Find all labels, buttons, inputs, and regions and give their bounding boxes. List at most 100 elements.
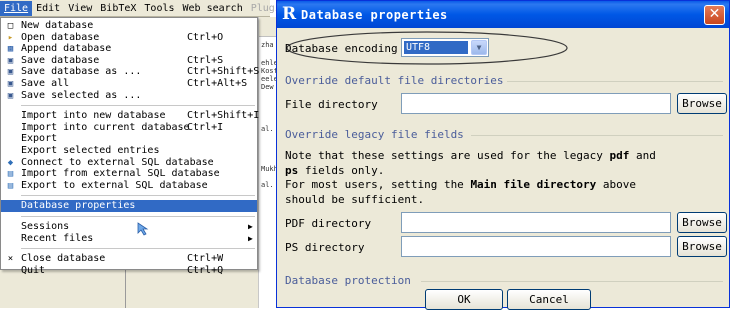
- pdf-directory-label: PDF directory: [285, 217, 372, 230]
- database-properties-dialog: R Database properties ✕ Database encodin…: [276, 0, 730, 310]
- note-bold-text: pdf: [609, 149, 630, 162]
- ps-directory-input[interactable]: [401, 236, 671, 257]
- menu-item-label: Quit: [21, 264, 46, 276]
- menu-item-shortcut: Ctrl+O: [187, 31, 224, 43]
- menu-item-save-all[interactable]: ▣ Save all Ctrl+Alt+S: [1, 78, 257, 90]
- menu-item-quit[interactable]: Quit Ctrl+Q: [1, 265, 257, 277]
- menu-item-shortcut: Ctrl+Shift+I: [187, 110, 260, 122]
- menu-view-label: View: [68, 2, 93, 14]
- mouse-cursor-icon: [137, 222, 149, 236]
- menu-item-new-database[interactable]: □ New database: [1, 20, 257, 32]
- menu-separator: [21, 105, 255, 107]
- menu-item-import-sql[interactable]: ▤ Import from external SQL database: [1, 168, 257, 180]
- menu-item-sessions[interactable]: Sessions ▶: [1, 221, 257, 233]
- menu-item-save-database-as[interactable]: ▣ Save database as ... Ctrl+Shift+S: [1, 66, 259, 78]
- sql-connect-icon: ◆: [7, 157, 14, 168]
- menu-edit[interactable]: Edit: [32, 1, 64, 16]
- close-button[interactable]: ✕: [704, 5, 725, 25]
- menu-item-database-properties[interactable]: Database properties: [1, 200, 257, 212]
- close-icon: ✕: [708, 6, 721, 22]
- browse-label: Browse: [682, 240, 722, 253]
- menu-item-export-selected[interactable]: Export selected entries: [1, 145, 257, 157]
- menu-item-save-database[interactable]: ▣ Save database Ctrl+S: [1, 55, 257, 67]
- chevron-down-icon[interactable]: ▼: [471, 40, 487, 55]
- menu-item-shortcut: Ctrl+S: [187, 54, 224, 66]
- menu-item-shortcut: Ctrl+Q: [187, 264, 224, 276]
- submenu-arrow-icon: ▶: [248, 221, 253, 231]
- new-database-icon: □: [7, 21, 14, 31]
- file-directory-input[interactable]: [401, 93, 671, 114]
- dialog-titlebar[interactable]: R Database properties ✕: [277, 1, 729, 28]
- section-legacy-fields: Override legacy file fields: [285, 128, 464, 141]
- browse-pdf-directory-button[interactable]: Browse: [677, 212, 727, 233]
- jabref-logo-icon: R: [282, 4, 297, 24]
- background-text: al.: [261, 181, 274, 189]
- menu-item-shortcut: Ctrl+I: [187, 121, 224, 133]
- menu-item-label: Open database: [21, 31, 100, 43]
- menu-bibtex-label: BibTeX: [100, 2, 137, 14]
- background-text: al.: [261, 125, 274, 133]
- menu-web-search-label: Web search: [182, 2, 243, 14]
- section-file-directories: Override default file directories: [285, 74, 504, 87]
- menu-view[interactable]: View: [64, 1, 96, 16]
- note-text: For most users, setting the: [285, 178, 471, 191]
- menu-edit-label: Edit: [36, 2, 61, 14]
- note-text: above: [596, 178, 637, 191]
- menu-bibtex[interactable]: BibTeX: [96, 1, 140, 16]
- menu-item-label: Sessions: [21, 220, 70, 232]
- dialog-title: Database properties: [301, 8, 448, 22]
- menu-item-connect-sql[interactable]: ◆ Connect to external SQL database: [1, 157, 257, 169]
- menu-tools[interactable]: Tools: [140, 1, 178, 16]
- menu-item-export[interactable]: Export: [1, 133, 257, 145]
- ok-button[interactable]: OK: [425, 289, 503, 310]
- menu-file[interactable]: File: [0, 0, 33, 16]
- note-text: should be sufficient.: [285, 192, 425, 206]
- save-selected-disk-icon: ▣: [7, 90, 14, 101]
- section-divider: [507, 81, 723, 82]
- menu-item-label: Export: [21, 133, 58, 145]
- append-database-icon: ▩: [7, 44, 14, 55]
- save-as-disk-icon: ▣: [7, 67, 14, 78]
- menu-item-recent-files[interactable]: Recent files ▶: [1, 233, 257, 245]
- sql-export-icon: ▤: [7, 180, 14, 191]
- note-line: For most users, setting the Main file di…: [285, 178, 725, 193]
- section-divider: [471, 135, 723, 136]
- dialog-body: Database encoding UTF8 ▼ Override defaul…: [277, 28, 729, 310]
- menu-item-append-database[interactable]: ▩ Append database: [1, 43, 257, 55]
- file-menu-dropdown: □ New database ▸ Open database Ctrl+O ▩ …: [0, 17, 260, 276]
- file-directory-label: File directory: [285, 98, 378, 111]
- browse-ps-directory-button[interactable]: Browse: [677, 236, 727, 257]
- menu-item-label: Append database: [21, 43, 112, 55]
- submenu-arrow-icon: ▶: [248, 233, 253, 243]
- encoding-selected-value: UTF8: [404, 41, 468, 54]
- note-text: and: [629, 149, 656, 162]
- ps-directory-label: PS directory: [285, 241, 365, 254]
- main-menubar: File Edit View BibTeX Tools Web search P…: [0, 0, 313, 17]
- menu-item-label: Save database: [21, 54, 100, 66]
- menu-item-close-database[interactable]: × Close database Ctrl+W: [1, 253, 257, 265]
- note-line: should be sufficient.: [285, 193, 725, 208]
- encoding-select[interactable]: UTF8 ▼: [401, 38, 489, 57]
- menu-item-save-selected-as[interactable]: ▣ Save selected as ...: [1, 90, 257, 102]
- browse-file-directory-button[interactable]: Browse: [677, 93, 727, 114]
- browse-label: Browse: [682, 97, 722, 110]
- menu-item-import-current-database[interactable]: Import into current database Ctrl+I: [1, 122, 257, 134]
- menu-item-open-database[interactable]: ▸ Open database Ctrl+O: [1, 32, 257, 44]
- section-database-protection: Database protection: [285, 274, 411, 287]
- menu-item-label: Export to external SQL database: [21, 179, 208, 191]
- cancel-label: Cancel: [529, 293, 569, 306]
- save-all-disk-icon: ▣: [7, 78, 14, 89]
- menu-item-label: New database: [21, 20, 94, 31]
- menu-item-import-new-database[interactable]: Import into new database Ctrl+Shift+I: [1, 110, 260, 122]
- menu-item-shortcut: Ctrl+Alt+S: [187, 77, 248, 89]
- note-bold-text: ps: [285, 163, 299, 177]
- menu-item-export-sql[interactable]: ▤ Export to external SQL database: [1, 180, 257, 192]
- pdf-directory-input[interactable]: [401, 212, 671, 233]
- menu-item-label: Import from external SQL database: [21, 168, 220, 180]
- menu-separator: [21, 195, 255, 197]
- background-text: zha: [261, 41, 274, 49]
- cancel-button[interactable]: Cancel: [507, 289, 591, 310]
- note-line: Note that these settings are used for th…: [285, 149, 725, 164]
- menu-web-search[interactable]: Web search: [179, 1, 247, 16]
- note-bold-text: Main file directory: [470, 178, 597, 191]
